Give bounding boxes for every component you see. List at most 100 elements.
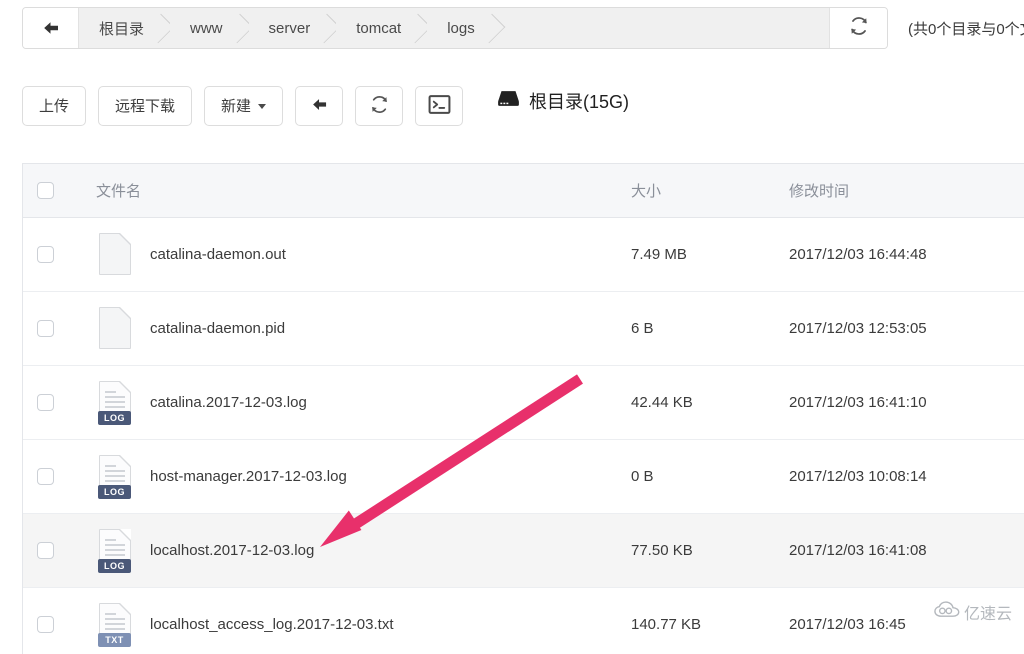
table-row[interactable]: LOG localhost.2017-12-03.log 77.50 KB 2017/… (23, 514, 1024, 588)
breadcrumb-path: 根目录 www server tomcat logs (79, 8, 829, 48)
cell-file-name: catalina-daemon.pid (68, 306, 631, 352)
file-text-lines (105, 464, 125, 485)
table-row[interactable]: catalina-daemon.out 7.49 MB 2017/12/03 16:… (23, 218, 1024, 292)
file-name-link[interactable]: catalina.2017-12-03.log (150, 394, 307, 411)
file-name-link[interactable]: catalina-daemon.pid (150, 320, 285, 337)
upload-button-label: 上传 (39, 97, 70, 115)
select-all-cell (23, 182, 68, 199)
hard-drive-icon (497, 90, 520, 112)
cell-file-size: 0 B (631, 468, 654, 485)
breadcrumb-item-0[interactable]: 根目录 (79, 8, 171, 48)
breadcrumb-label: tomcat (356, 19, 402, 37)
breadcrumb-label: www (190, 19, 223, 37)
breadcrumb-item-4[interactable]: logs (427, 8, 501, 48)
file-corner-fold (120, 306, 131, 318)
terminal-icon (428, 94, 451, 118)
breadcrumb-refresh-button[interactable] (829, 8, 887, 48)
file-name-link[interactable]: localhost_access_log.2017-12-03.txt (150, 616, 394, 633)
cell-file-size: 77.50 KB (631, 542, 693, 559)
cell-file-name: LOG host-manager.2017-12-03.log (68, 454, 631, 500)
watermark: 亿速云 (934, 600, 1012, 624)
file-name-link[interactable]: catalina-daemon.out (150, 246, 286, 263)
chevron-down-icon (258, 103, 267, 109)
cell-file-size: 42.44 KB (631, 394, 693, 411)
file-name-link[interactable]: localhost.2017-12-03.log (150, 542, 314, 559)
cell-file-size: 140.77 KB (631, 616, 702, 633)
breadcrumb-label: 根目录 (99, 20, 145, 38)
row-select-cell (23, 394, 68, 411)
cell-file-name: LOG localhost.2017-12-03.log (68, 528, 631, 574)
row-select-cell (23, 468, 68, 485)
file-text-lines (105, 538, 125, 559)
file-manager-page: 根目录 www server tomcat logs (共0个目录与0个文 上传… (0, 0, 1024, 654)
select-all-checkbox[interactable] (37, 182, 54, 199)
table-body: catalina-daemon.out 7.49 MB 2017/12/03 16:… (23, 218, 1024, 654)
row-select-cell (23, 616, 68, 633)
file-type-badge: LOG (98, 558, 131, 573)
new-button-label: 新建 (221, 97, 252, 115)
remote-download-button-label: 远程下载 (115, 97, 176, 115)
row-select-cell (23, 320, 68, 337)
file-generic-icon (96, 232, 134, 278)
row-checkbox[interactable] (37, 394, 54, 411)
terminal-button[interactable] (415, 86, 464, 126)
breadcrumb-item-1[interactable]: www (170, 8, 249, 48)
breadcrumb-label: logs (447, 19, 475, 37)
disk-label-text: 根目录(15G) (529, 92, 630, 112)
toolbar: 上传 远程下载 新建 (22, 86, 464, 126)
toolbar-back-button[interactable] (295, 86, 344, 126)
table-row[interactable]: catalina-daemon.pid 6 B 2017/12/03 12:53:0… (23, 292, 1024, 366)
breadcrumb-item-2[interactable]: server (248, 8, 337, 48)
table-row[interactable]: LOG host-manager.2017-12-03.log 0 B 2017/12… (23, 440, 1024, 514)
remote-download-button[interactable]: 远程下载 (98, 86, 193, 126)
toolbar-refresh-button[interactable] (355, 86, 404, 126)
file-name-link[interactable]: host-manager.2017-12-03.log (150, 468, 347, 485)
row-checkbox[interactable] (37, 542, 54, 559)
refresh-icon (369, 94, 390, 118)
cell-file-name: LOG catalina.2017-12-03.log (68, 380, 631, 426)
new-button[interactable]: 新建 (204, 86, 284, 126)
disk-label: 根目录(15G) (497, 88, 629, 114)
file-corner-fold (120, 232, 131, 244)
row-select-cell (23, 542, 68, 559)
file-type-badge: LOG (98, 410, 131, 425)
column-header-size[interactable]: 大小 (631, 180, 789, 201)
file-log-icon: LOG (96, 528, 134, 574)
cell-modified-time: 2017/12/03 16:41:08 (789, 542, 927, 559)
breadcrumb-bar: 根目录 www server tomcat logs (22, 7, 888, 49)
cell-modified-time: 2017/12/03 10:08:14 (789, 468, 927, 485)
file-text-lines (105, 390, 125, 411)
file-text-lines (105, 612, 125, 633)
row-select-cell (23, 246, 68, 263)
refresh-icon (848, 15, 870, 42)
column-header-name[interactable]: 文件名 (68, 180, 631, 201)
cell-file-name: catalina-daemon.out (68, 232, 631, 278)
file-corner-fold (120, 602, 131, 614)
file-log-icon: LOG (96, 380, 134, 426)
table-row[interactable]: LOG catalina.2017-12-03.log 42.44 KB 2017/1… (23, 366, 1024, 440)
cell-modified-time: 2017/12/03 16:41:10 (789, 394, 927, 411)
cloud-icon (934, 601, 960, 623)
row-checkbox[interactable] (37, 320, 54, 337)
file-corner-fold (120, 380, 131, 392)
watermark-text: 亿速云 (964, 606, 1013, 623)
file-corner-fold (120, 454, 131, 466)
cell-file-size: 7.49 MB (631, 246, 687, 263)
file-corner-fold (120, 528, 131, 540)
breadcrumb-back-button[interactable] (23, 8, 79, 48)
row-checkbox[interactable] (37, 246, 54, 263)
upload-button[interactable]: 上传 (22, 86, 87, 126)
column-header-time[interactable]: 修改时间 (789, 180, 1024, 201)
row-checkbox[interactable] (37, 468, 54, 485)
cell-file-name: TXT localhost_access_log.2017-12-03.txt (68, 602, 631, 648)
item-count-text: (共0个目录与0个文 (908, 21, 1024, 38)
breadcrumb-item-3[interactable]: tomcat (336, 8, 428, 48)
cell-file-size: 6 B (631, 320, 654, 337)
cell-modified-time: 2017/12/03 16:44:48 (789, 246, 927, 263)
file-txt-icon: TXT (96, 602, 134, 648)
breadcrumb-filler (500, 8, 829, 48)
file-generic-icon (96, 306, 134, 352)
arrow-left-icon (310, 97, 329, 115)
row-checkbox[interactable] (37, 616, 54, 633)
table-row[interactable]: TXT localhost_access_log.2017-12-03.txt 14… (23, 588, 1024, 654)
